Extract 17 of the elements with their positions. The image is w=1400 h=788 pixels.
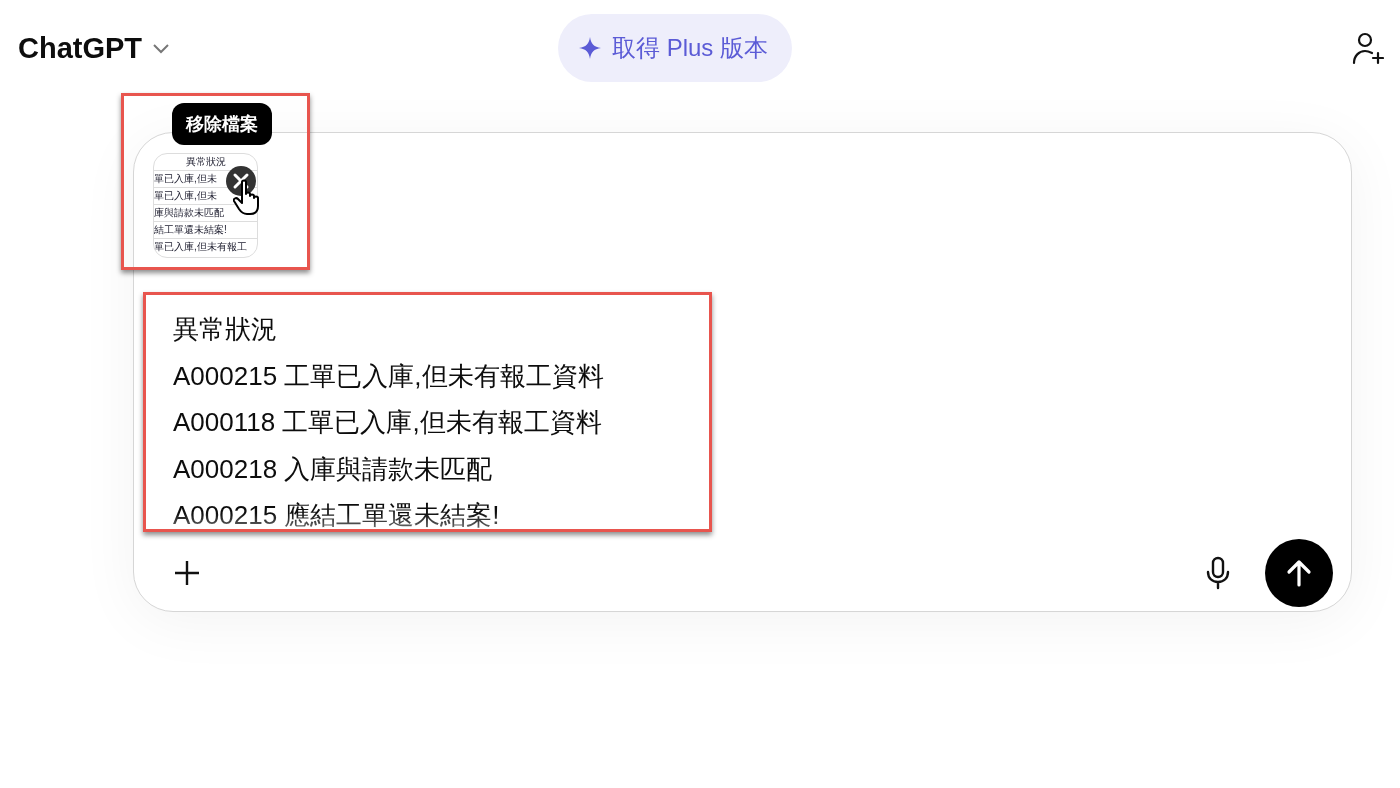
message-line: A000215 工單已入庫,但未有報工資料 bbox=[173, 359, 604, 393]
message-line: A000215 應結工單還未結案! bbox=[173, 499, 500, 532]
message-line: A000218 入庫與請款未匹配 bbox=[173, 452, 493, 486]
message-line: A000118 工單已入庫,但未有報工資料 bbox=[173, 406, 602, 439]
thumbnail-line: 異常狀況 bbox=[184, 155, 227, 169]
microphone-icon[interactable] bbox=[1205, 555, 1231, 590]
upgrade-button[interactable]: 取得 Plus 版本 bbox=[558, 14, 792, 82]
sparkle-icon bbox=[578, 36, 602, 60]
thumbnail-line: 單已入庫,但未有報工 bbox=[154, 238, 257, 255]
remove-file-tooltip: 移除檔案 bbox=[172, 103, 272, 145]
message-line: 異常狀況 bbox=[173, 313, 277, 346]
plus-icon[interactable] bbox=[173, 558, 201, 587]
arrow-up-icon bbox=[1286, 558, 1312, 587]
app-title[interactable]: ChatGPT bbox=[18, 31, 143, 65]
thumbnail-line: 結工單還未結案! bbox=[154, 221, 257, 238]
add-person-icon[interactable] bbox=[1352, 31, 1384, 65]
chevron-down-icon[interactable] bbox=[152, 42, 171, 54]
